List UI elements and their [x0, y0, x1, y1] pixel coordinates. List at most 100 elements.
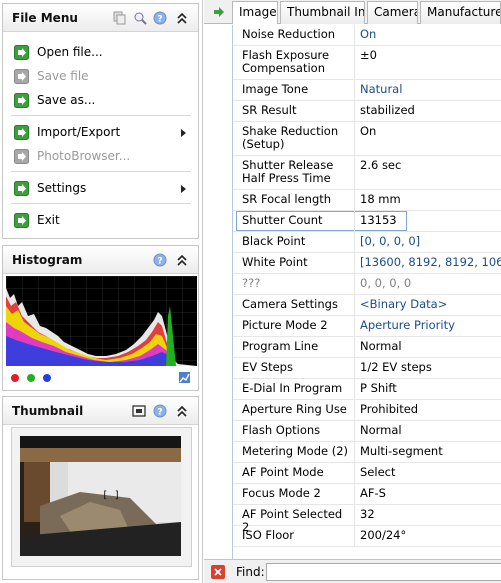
table-row[interactable]: Metering Mode (2) Multi-segment: [233, 442, 501, 463]
table-row[interactable]: Camera Settings <Binary Data>: [233, 295, 501, 316]
tab-thumbnail-info[interactable]: Thumbnail Info: [280, 1, 365, 24]
close-icon[interactable]: [211, 565, 225, 579]
table-row[interactable]: Shutter Count 13153: [233, 211, 501, 232]
row-value: [13600, 8192, 8192, 10656]: [360, 255, 501, 269]
menu-item-label: Save as...: [37, 93, 96, 107]
collapse-icon[interactable]: [176, 405, 188, 417]
row-value: Multi-segment: [360, 444, 443, 458]
help-icon[interactable]: ?: [153, 11, 167, 25]
menu-item-settings[interactable]: Settings: [3, 178, 198, 200]
row-key: Picture Mode 2: [242, 318, 328, 332]
thumbnail-image: [ ]: [20, 436, 181, 556]
histogram-options-icon[interactable]: [179, 372, 190, 383]
table-row[interactable]: Shutter Release Half Press Time 2.6 sec: [233, 156, 501, 190]
find-bar: Find:: [204, 559, 501, 583]
tab-label: Image: [239, 5, 277, 19]
table-row[interactable]: SR Result stabilized: [233, 101, 501, 122]
thumbnail-frame: [ ]: [11, 427, 192, 567]
menu-item-import-export[interactable]: Import/Export: [3, 122, 198, 144]
row-key: Flash Exposure Compensation: [242, 48, 330, 75]
blue-channel-toggle[interactable]: [43, 374, 51, 382]
green-channel-toggle[interactable]: [27, 374, 35, 382]
sidebar: File Menu ? Open file... Save file Save …: [0, 0, 203, 583]
table-row[interactable]: Program Line Normal: [233, 337, 501, 358]
red-channel-toggle[interactable]: [11, 374, 19, 382]
table-row[interactable]: Focus Mode 2 AF-S: [233, 484, 501, 505]
menu-item-exit[interactable]: Exit: [3, 210, 198, 232]
column-divider: [354, 442, 355, 462]
row-value: Normal: [360, 339, 402, 353]
collapse-icon[interactable]: [176, 12, 188, 24]
table-row[interactable]: White Point [13600, 8192, 8192, 10656]: [233, 253, 501, 274]
table-row[interactable]: Flash Options Normal: [233, 421, 501, 442]
column-divider: [354, 122, 355, 155]
column-divider: [354, 274, 355, 294]
find-label: Find:: [236, 565, 265, 579]
submenu-arrow-icon: [181, 185, 186, 193]
column-divider: [354, 46, 355, 79]
help-icon[interactable]: ?: [153, 404, 167, 418]
menu-item-label: Import/Export: [37, 125, 121, 139]
metadata-view: Image Thumbnail Info Camera Manufacturer…: [204, 0, 501, 583]
row-key: EV Steps: [242, 360, 293, 374]
collapse-icon[interactable]: [176, 254, 188, 266]
column-divider: [354, 379, 355, 399]
row-value: stabilized: [360, 103, 415, 117]
tab-camera[interactable]: Camera: [367, 1, 418, 24]
table-row[interactable]: Black Point [0, 0, 0, 0]: [233, 232, 501, 253]
table-row[interactable]: Image Tone Natural: [233, 80, 501, 101]
row-key: Focus Mode 2: [242, 486, 321, 500]
histogram-header: Histogram ?: [3, 246, 198, 274]
svg-text:[ ]: [ ]: [102, 490, 120, 501]
histogram-title: Histogram: [12, 253, 83, 267]
row-key: Black Point: [242, 234, 306, 248]
table-row[interactable]: AF Point Selected 2 32: [233, 505, 501, 534]
row-value: Select: [360, 465, 396, 479]
fit-to-window-icon[interactable]: [132, 404, 146, 418]
table-row[interactable]: AF Point Mode Select: [233, 463, 501, 484]
table-row[interactable]: ??? 0, 0, 0, 0: [233, 274, 501, 295]
menu-item-save-as[interactable]: Save as...: [3, 90, 198, 112]
table-row[interactable]: EV Steps 1/2 EV steps: [233, 358, 501, 379]
arrow-right-green-icon: [14, 213, 29, 228]
file-menu-title: File Menu: [12, 11, 78, 25]
row-key: Noise Reduction: [242, 27, 336, 41]
search-icon[interactable]: [133, 11, 147, 25]
table-row[interactable]: Aperture Ring Use Prohibited: [233, 400, 501, 421]
table-row[interactable]: Picture Mode 2 Aperture Priority: [233, 316, 501, 337]
metadata-table: Noise Reduction On Flash Exposure Compensa…: [204, 25, 501, 559]
tab-scroll-arrow-icon[interactable]: [212, 5, 226, 19]
menu-item-open-file[interactable]: Open file...: [3, 42, 198, 64]
menu-separator: [11, 203, 191, 204]
row-key: E-Dial In Program: [242, 381, 343, 395]
copy-icon[interactable]: [113, 11, 127, 25]
find-input[interactable]: [266, 563, 501, 581]
column-divider: [354, 337, 355, 357]
column-divider: [354, 358, 355, 378]
row-value: 200/24°: [360, 528, 407, 542]
table-row[interactable]: SR Focal length 18 mm: [233, 190, 501, 211]
histogram-panel: Histogram ?: [2, 245, 199, 391]
help-icon[interactable]: ?: [153, 253, 167, 267]
menu-separator: [11, 115, 191, 116]
menu-item-photobrowser[interactable]: PhotoBrowser...: [3, 146, 198, 168]
column-divider: [354, 421, 355, 441]
column-divider: [354, 25, 355, 45]
tab-image[interactable]: Image: [232, 1, 278, 24]
menu-item-save-file[interactable]: Save file: [3, 66, 198, 88]
row-value: Normal: [360, 423, 402, 437]
histogram-plot: [6, 276, 197, 366]
tab-manufacturer-notes[interactable]: Manufacturer notes: [420, 1, 501, 24]
table-row[interactable]: Flash Exposure Compensation ±0: [233, 46, 501, 80]
row-value: ±0: [360, 48, 377, 62]
table-row[interactable]: Noise Reduction On: [233, 25, 501, 46]
row-key: AF Point Mode: [242, 465, 324, 479]
table-row[interactable]: ISO Floor 200/24°: [233, 526, 501, 547]
table-row[interactable]: Shake Reduction (Setup) On: [233, 122, 501, 156]
menu-separator: [11, 171, 191, 172]
thumbnail-header: Thumbnail ?: [3, 397, 198, 425]
menu-item-label: Save file: [37, 69, 89, 83]
row-value: On: [360, 27, 377, 41]
table-row[interactable]: E-Dial In Program P Shift: [233, 379, 501, 400]
row-value: AF-S: [360, 486, 386, 500]
